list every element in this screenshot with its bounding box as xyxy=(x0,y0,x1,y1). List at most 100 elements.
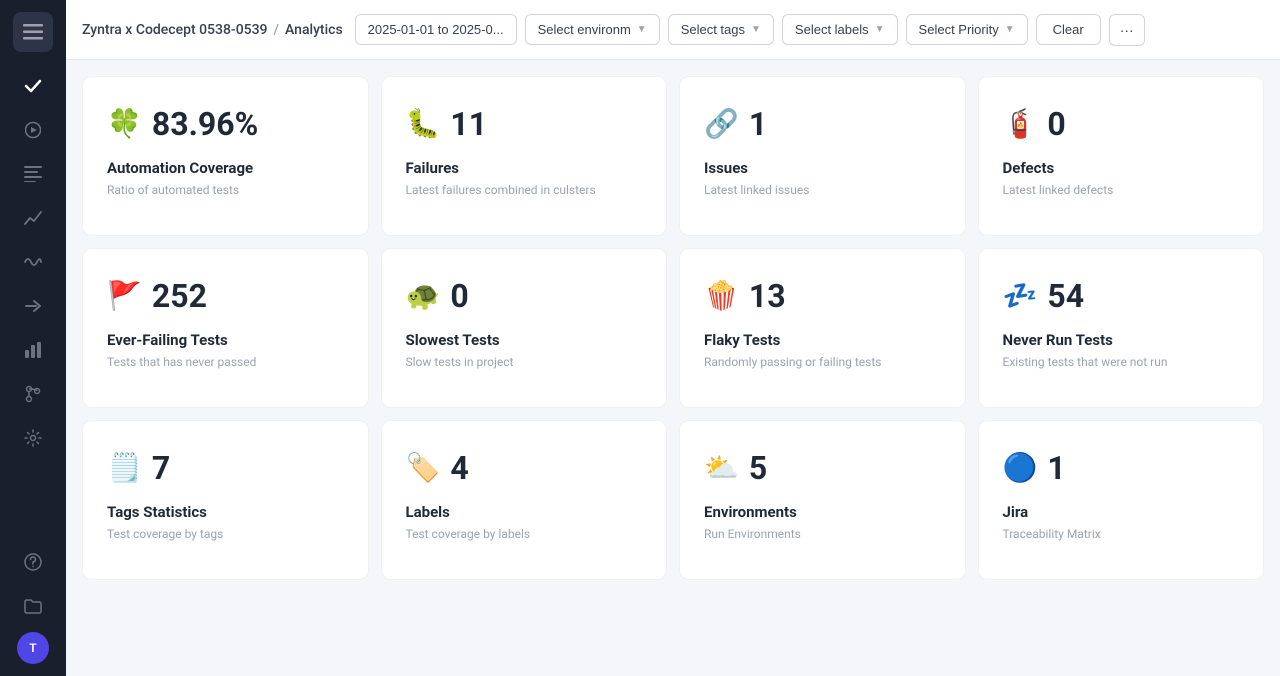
card-metric: 🔵 1 xyxy=(1003,449,1066,487)
main-content: Zyntra x Codecept 0538-0539 / Analytics … xyxy=(66,0,1280,676)
analytics-card[interactable]: 🚩 252 Ever-Failing Tests Tests that has … xyxy=(82,248,369,408)
card-subtitle: Traceability Matrix xyxy=(1003,527,1101,541)
header-filters: 2025-01-01 to 2025-0... Select environm … xyxy=(355,14,1264,46)
breadcrumb-separator: / xyxy=(274,22,279,38)
card-icon: 🍿 xyxy=(704,282,739,310)
analytics-card[interactable]: 🔗 1 Issues Latest linked issues xyxy=(679,76,966,236)
card-subtitle: Run Environments xyxy=(704,527,801,541)
card-value: 13 xyxy=(749,277,786,315)
analytics-card[interactable]: 🐢 0 Slowest Tests Slow tests in project xyxy=(381,248,668,408)
card-icon: 🗒️ xyxy=(107,454,142,482)
env-chevron-icon: ▼ xyxy=(637,24,647,35)
card-subtitle: Test coverage by labels xyxy=(406,527,531,541)
card-value: 1 xyxy=(749,105,767,143)
sidebar-item-list[interactable] xyxy=(15,156,51,192)
card-metric: 🚩 252 xyxy=(107,277,207,315)
card-icon: 🧯 xyxy=(1003,110,1038,138)
card-title: Jira xyxy=(1003,503,1029,521)
card-value: 4 xyxy=(450,449,468,487)
analytics-card[interactable]: 💤 54 Never Run Tests Existing tests that… xyxy=(978,248,1265,408)
card-icon: 🐢 xyxy=(406,282,441,310)
card-value: 0 xyxy=(1047,105,1065,143)
card-subtitle: Slow tests in project xyxy=(406,355,514,369)
analytics-card[interactable]: 🐛 11 Failures Latest failures combined i… xyxy=(381,76,668,236)
card-title: Automation Coverage xyxy=(107,159,253,177)
card-metric: 🧯 0 xyxy=(1003,105,1066,143)
analytics-card[interactable]: 🍀 83.96% Automation Coverage Ratio of au… xyxy=(82,76,369,236)
card-title: Defects xyxy=(1003,159,1055,177)
card-value: 0 xyxy=(450,277,468,315)
card-title: Never Run Tests xyxy=(1003,331,1113,349)
sidebar-item-wave[interactable] xyxy=(15,244,51,280)
card-icon: ⛅ xyxy=(704,454,739,482)
analytics-card[interactable]: 🏷️ 4 Labels Test coverage by labels xyxy=(381,420,668,580)
sidebar-item-check[interactable] xyxy=(15,68,51,104)
tags-filter-button[interactable]: Select tags ▼ xyxy=(668,14,774,45)
card-metric: 🐢 0 xyxy=(406,277,469,315)
card-icon: 🐛 xyxy=(406,110,441,138)
card-title: Environments xyxy=(704,503,797,521)
card-icon: 🏷️ xyxy=(406,454,441,482)
card-metric: 💤 54 xyxy=(1003,277,1085,315)
analytics-card[interactable]: 🧯 0 Defects Latest linked defects xyxy=(978,76,1265,236)
more-options-button[interactable]: ··· xyxy=(1109,14,1145,46)
card-subtitle: Existing tests that were not run xyxy=(1003,355,1168,369)
breadcrumb: Zyntra x Codecept 0538-0539 / Analytics xyxy=(82,22,343,38)
sidebar-logo[interactable] xyxy=(13,12,53,52)
analytics-card[interactable]: 🔵 1 Jira Traceability Matrix xyxy=(978,420,1265,580)
card-value: 54 xyxy=(1047,277,1084,315)
analytics-card[interactable]: ⛅ 5 Environments Run Environments xyxy=(679,420,966,580)
card-title: Ever-Failing Tests xyxy=(107,331,228,349)
clear-button[interactable]: Clear xyxy=(1036,14,1101,45)
analytics-content: 🍀 83.96% Automation Coverage Ratio of au… xyxy=(66,60,1280,676)
card-subtitle: Ratio of automated tests xyxy=(107,183,239,197)
card-subtitle: Latest failures combined in culsters xyxy=(406,183,596,197)
sidebar-item-git[interactable] xyxy=(15,376,51,412)
tags-filter-label: Select tags xyxy=(681,22,745,37)
sidebar-item-barchart[interactable] xyxy=(15,332,51,368)
card-metric: 🐛 11 xyxy=(406,105,488,143)
card-subtitle: Randomly passing or failing tests xyxy=(704,355,881,369)
card-title: Slowest Tests xyxy=(406,331,500,349)
date-filter-button[interactable]: 2025-01-01 to 2025-0... xyxy=(355,14,517,45)
card-subtitle: Test coverage by tags xyxy=(107,527,223,541)
card-subtitle: Latest linked issues xyxy=(704,183,809,197)
sidebar-item-trend[interactable] xyxy=(15,200,51,236)
env-filter-label: Select environm xyxy=(538,22,631,37)
card-metric: 🏷️ 4 xyxy=(406,449,469,487)
card-icon: 🚩 xyxy=(107,282,142,310)
user-avatar[interactable]: T xyxy=(17,632,49,664)
analytics-card[interactable]: 🗒️ 7 Tags Statistics Test coverage by ta… xyxy=(82,420,369,580)
page-title: Analytics xyxy=(285,22,343,38)
card-title: Failures xyxy=(406,159,460,177)
sidebar-item-arrow[interactable] xyxy=(15,288,51,324)
card-title: Flaky Tests xyxy=(704,331,780,349)
cards-grid: 🍀 83.96% Automation Coverage Ratio of au… xyxy=(82,76,1264,580)
card-metric: 🍿 13 xyxy=(704,277,786,315)
sidebar-item-help[interactable] xyxy=(15,544,51,580)
sidebar-item-play[interactable] xyxy=(15,112,51,148)
sidebar-item-settings[interactable] xyxy=(15,420,51,456)
priority-chevron-icon: ▼ xyxy=(1005,24,1015,35)
card-metric: 🗒️ 7 xyxy=(107,449,170,487)
analytics-card[interactable]: 🍿 13 Flaky Tests Randomly passing or fai… xyxy=(679,248,966,408)
env-filter-button[interactable]: Select environm ▼ xyxy=(525,14,660,45)
card-metric: 🔗 1 xyxy=(704,105,767,143)
card-value: 11 xyxy=(450,105,487,143)
card-title: Labels xyxy=(406,503,450,521)
priority-filter-label: Select Priority xyxy=(919,22,999,37)
sidebar-item-folder[interactable] xyxy=(15,588,51,624)
card-value: 1 xyxy=(1047,449,1065,487)
card-value: 7 xyxy=(152,449,170,487)
sidebar-bottom: T xyxy=(15,544,51,664)
header: Zyntra x Codecept 0538-0539 / Analytics … xyxy=(66,0,1280,60)
card-icon: 🍀 xyxy=(107,110,142,138)
labels-chevron-icon: ▼ xyxy=(875,24,885,35)
card-value: 83.96% xyxy=(152,105,258,143)
card-subtitle: Latest linked defects xyxy=(1003,183,1114,197)
card-subtitle: Tests that has never passed xyxy=(107,355,256,369)
sidebar: T xyxy=(0,0,66,676)
priority-filter-button[interactable]: Select Priority ▼ xyxy=(906,14,1028,45)
labels-filter-button[interactable]: Select labels ▼ xyxy=(782,14,898,45)
card-icon: 🔗 xyxy=(704,110,739,138)
